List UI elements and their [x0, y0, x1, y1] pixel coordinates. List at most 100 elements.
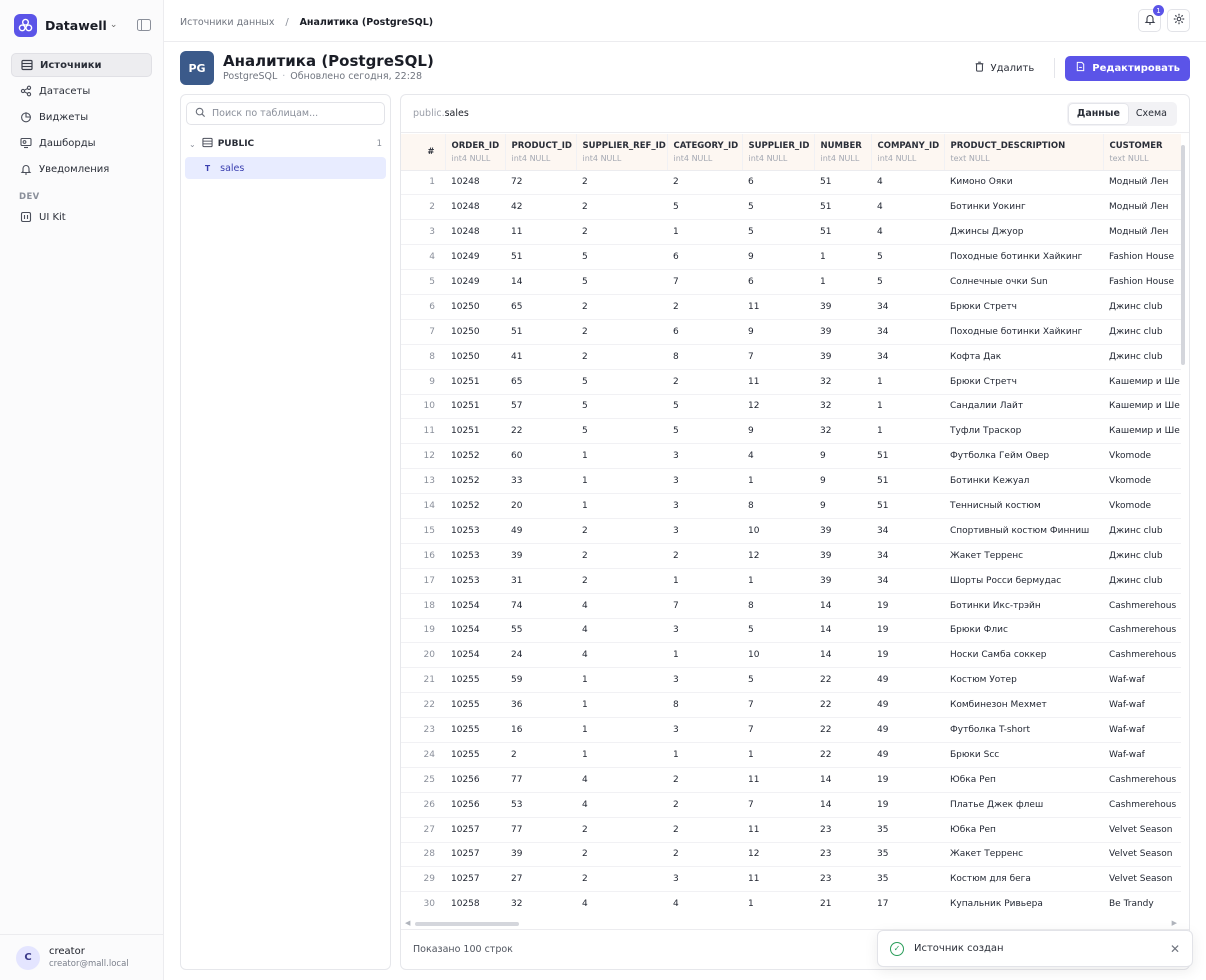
table-cell[interactable]: 1	[814, 244, 871, 271]
sidebar-collapse-icon[interactable]	[137, 19, 151, 31]
table-cell[interactable]: 9	[742, 418, 814, 445]
table-cell[interactable]: 3	[667, 443, 742, 470]
table-cell[interactable]: Модный Лен	[1103, 219, 1181, 246]
table-cell[interactable]: 2	[667, 543, 742, 569]
table-cell[interactable]: 10257	[445, 817, 505, 843]
table-cell[interactable]: 5	[576, 418, 667, 445]
table-cell[interactable]: Походные ботинки Хайкинг	[944, 244, 1103, 271]
table-row[interactable]: 19 10254 55 4 3 5 14 19 Брюки Флис Cashmerehous	[401, 618, 1181, 644]
table-cell[interactable]: 10	[742, 642, 814, 669]
table-cell[interactable]: 10248	[445, 170, 505, 196]
table-cell[interactable]: 1	[667, 568, 742, 594]
table-cell[interactable]: 6	[742, 170, 814, 196]
sidebar-item-notifications[interactable]: Уведомления	[11, 157, 152, 181]
table-cell[interactable]: 2	[576, 518, 667, 544]
table-row[interactable]: 8 10250 41 2 8 7 39 34 Кофта Дак Джинс club	[401, 344, 1181, 370]
table-cell[interactable]: 10251	[445, 369, 505, 395]
table-cell[interactable]: 65	[505, 369, 576, 395]
table-cell[interactable]: 35	[871, 866, 944, 893]
table-row[interactable]: 29 10257 27 2 3 11 23 35 Костюм для бега Velvet S…	[401, 866, 1181, 893]
table-cell[interactable]: Cashmerehous	[1103, 593, 1181, 619]
table-row[interactable]: 9 10251 65 5 2 11 32 1 Брюки Стретч Кашемир и Ше	[401, 369, 1181, 395]
table-cell[interactable]: 10255	[445, 692, 505, 719]
table-cell[interactable]: Юбка Реп	[944, 817, 1103, 843]
table-row[interactable]: 1 10248 72 2 2 6 51 4 Кимоно Ояки Модный Лен	[401, 170, 1181, 196]
table-cell[interactable]: Юбка Реп	[944, 767, 1103, 793]
table-cell[interactable]: 5	[871, 244, 944, 271]
table-cell[interactable]: Шорты Росси бермудас	[944, 568, 1103, 594]
table-cell[interactable]: Кофта Дак	[944, 344, 1103, 370]
table-cell[interactable]: 21	[814, 891, 871, 912]
table-cell[interactable]: 5	[742, 667, 814, 694]
table-cell[interactable]: Футболка T-short	[944, 717, 1103, 743]
table-cell[interactable]: 32	[814, 369, 871, 395]
table-cell[interactable]: 1	[576, 443, 667, 470]
table-cell[interactable]: 12	[742, 394, 814, 420]
table-cell[interactable]: 9	[814, 468, 871, 495]
table-cell[interactable]: 3	[667, 667, 742, 694]
table-cell[interactable]: 2	[576, 319, 667, 345]
table-cell[interactable]: 7	[667, 593, 742, 619]
table-cell[interactable]: 1	[667, 742, 742, 768]
table-cell[interactable]: 9	[742, 319, 814, 345]
table-cell[interactable]: Футболка Гейм Овер	[944, 443, 1103, 470]
table-cell[interactable]: 3	[667, 717, 742, 743]
table-row[interactable]: 5 10249 14 5 7 6 1 5 Солнечные очки Sun Fashion H…	[401, 269, 1181, 295]
notifications-button[interactable]: 1	[1138, 5, 1164, 32]
table-row[interactable]: 14 10252 20 1 3 8 9 51 Теннисный костюм Vkomode	[401, 493, 1181, 519]
table-row[interactable]: 10 10251 57 5 5 12 32 1 Сандалии Лайт Кашемир и Ш…	[401, 394, 1181, 420]
table-cell[interactable]: 7	[667, 269, 742, 295]
sidebar-item-widgets[interactable]: Виджеты	[11, 105, 152, 129]
sidebar-item-sources[interactable]: Источники	[11, 53, 152, 77]
table-cell[interactable]: 39	[814, 543, 871, 569]
table-cell[interactable]: 57	[505, 394, 576, 420]
table-cell[interactable]: 6	[667, 319, 742, 345]
table-cell[interactable]: 55	[505, 618, 576, 644]
table-cell[interactable]: 1	[871, 394, 944, 420]
table-cell[interactable]: 39	[814, 319, 871, 345]
table-cell[interactable]: 65	[505, 294, 576, 320]
table-cell[interactable]: 2	[576, 170, 667, 196]
table-cell[interactable]: 4	[871, 170, 944, 196]
table-cell[interactable]: 39	[814, 568, 871, 594]
table-cell[interactable]: 16	[505, 717, 576, 743]
table-cell[interactable]: Cashmerehous	[1103, 792, 1181, 818]
table-cell[interactable]: 32	[505, 891, 576, 912]
table-row[interactable]: 12 10252 60 1 3 4 9 51 Футболка Гейм Овер Vkomode	[401, 443, 1181, 470]
table-cell[interactable]: 2	[667, 294, 742, 320]
table-cell[interactable]: Теннисный костюм	[944, 493, 1103, 519]
table-cell[interactable]: Джинсы Джуор	[944, 219, 1103, 246]
table-cell[interactable]: Ботинки Кежуал	[944, 468, 1103, 495]
table-cell[interactable]: 5	[576, 394, 667, 420]
table-cell[interactable]: 10250	[445, 319, 505, 345]
table-cell[interactable]: 39	[814, 294, 871, 320]
table-cell[interactable]: 10252	[445, 468, 505, 495]
table-cell[interactable]: 22	[814, 692, 871, 719]
table-cell[interactable]: 2	[576, 194, 667, 221]
vertical-scrollbar[interactable]	[1181, 145, 1185, 365]
table-cell[interactable]: 10258	[445, 891, 505, 912]
table-cell[interactable]: 2	[576, 543, 667, 569]
table-cell[interactable]: 11	[505, 219, 576, 246]
table-cell[interactable]: Джинс club	[1103, 568, 1181, 594]
table-cell[interactable]: 6	[667, 244, 742, 271]
table-cell[interactable]: 34	[871, 319, 944, 345]
table-row[interactable]: 26 10256 53 4 2 7 14 19 Платье Джек флеш Cashmere…	[401, 792, 1181, 818]
table-cell[interactable]: 3	[667, 468, 742, 495]
table-cell[interactable]: 10250	[445, 344, 505, 370]
table-cell[interactable]: 7	[742, 692, 814, 719]
table-cell[interactable]: Vkomode	[1103, 468, 1181, 495]
table-cell[interactable]: 49	[871, 717, 944, 743]
table-cell[interactable]: 39	[505, 543, 576, 569]
tab-schema[interactable]: Схема	[1128, 104, 1175, 124]
table-row[interactable]: 22 10255 36 1 8 7 22 49 Комбинезон Мехмет Waf-waf	[401, 692, 1181, 719]
table-cell[interactable]: 49	[871, 667, 944, 694]
table-cell[interactable]: 33	[505, 468, 576, 495]
table-cell[interactable]: Джинс club	[1103, 543, 1181, 569]
table-cell[interactable]: 1	[576, 493, 667, 519]
table-cell[interactable]: 4	[576, 642, 667, 669]
data-grid-viewport[interactable]: # ORDER_ID int4 NULL PRODUCT_ID int4 NULL SUP…	[401, 134, 1181, 912]
table-cell[interactable]: Жакет Терренс	[944, 543, 1103, 569]
table-cell[interactable]: 2	[576, 568, 667, 594]
table-cell[interactable]: 22	[814, 742, 871, 768]
